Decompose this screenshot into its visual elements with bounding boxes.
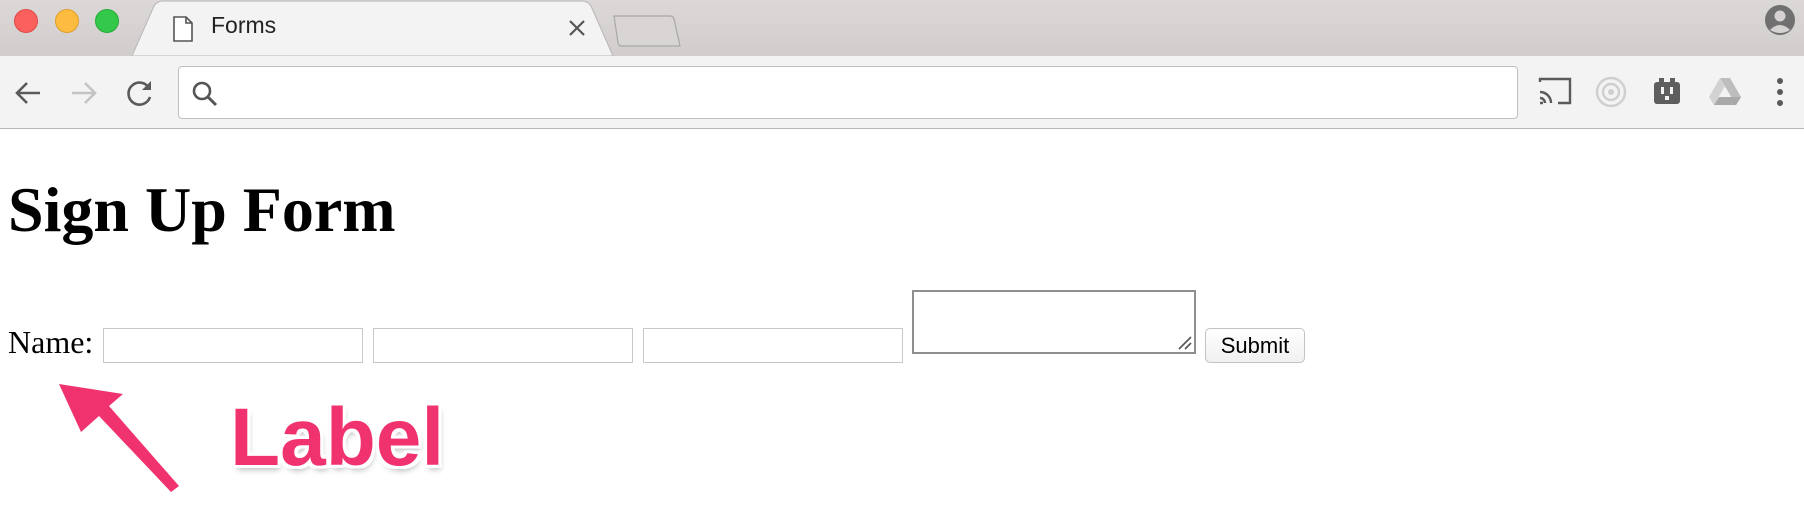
name-input-3[interactable] bbox=[643, 328, 903, 363]
outlet-extension-icon[interactable] bbox=[1652, 76, 1682, 111]
window-close-button[interactable] bbox=[14, 9, 38, 33]
name-label: Name: bbox=[8, 324, 94, 360]
profile-icon[interactable] bbox=[1764, 4, 1796, 41]
annotation-label: Label bbox=[230, 392, 445, 483]
tab-strip: Forms bbox=[0, 0, 1804, 56]
forward-icon[interactable] bbox=[68, 78, 100, 113]
submit-button[interactable]: Submit bbox=[1205, 328, 1305, 363]
browser-tab[interactable] bbox=[132, 0, 622, 56]
browser-toolbar bbox=[0, 56, 1804, 129]
address-input[interactable] bbox=[225, 75, 1499, 113]
resize-grip-icon[interactable] bbox=[1176, 334, 1192, 355]
drive-icon[interactable] bbox=[1708, 76, 1742, 111]
comment-textarea[interactable] bbox=[912, 290, 1196, 354]
name-input-1[interactable] bbox=[103, 328, 363, 363]
page-title: Sign Up Form bbox=[8, 174, 396, 245]
address-bar[interactable] bbox=[178, 66, 1518, 119]
name-input-2[interactable] bbox=[373, 328, 633, 363]
target-extension-icon[interactable] bbox=[1595, 76, 1627, 113]
window-minimize-button[interactable] bbox=[55, 9, 79, 33]
annotation-arrow-icon bbox=[59, 384, 179, 492]
menu-icon[interactable] bbox=[1774, 76, 1786, 113]
search-icon bbox=[191, 80, 219, 113]
tab-title: Forms bbox=[211, 12, 277, 38]
back-icon[interactable] bbox=[12, 78, 44, 113]
document-icon bbox=[172, 16, 194, 47]
reload-icon[interactable] bbox=[124, 78, 156, 113]
window-maximize-button[interactable] bbox=[95, 9, 119, 33]
tab-close-icon[interactable] bbox=[566, 17, 588, 44]
cast-icon[interactable] bbox=[1538, 76, 1572, 111]
new-tab-button[interactable] bbox=[612, 14, 682, 48]
